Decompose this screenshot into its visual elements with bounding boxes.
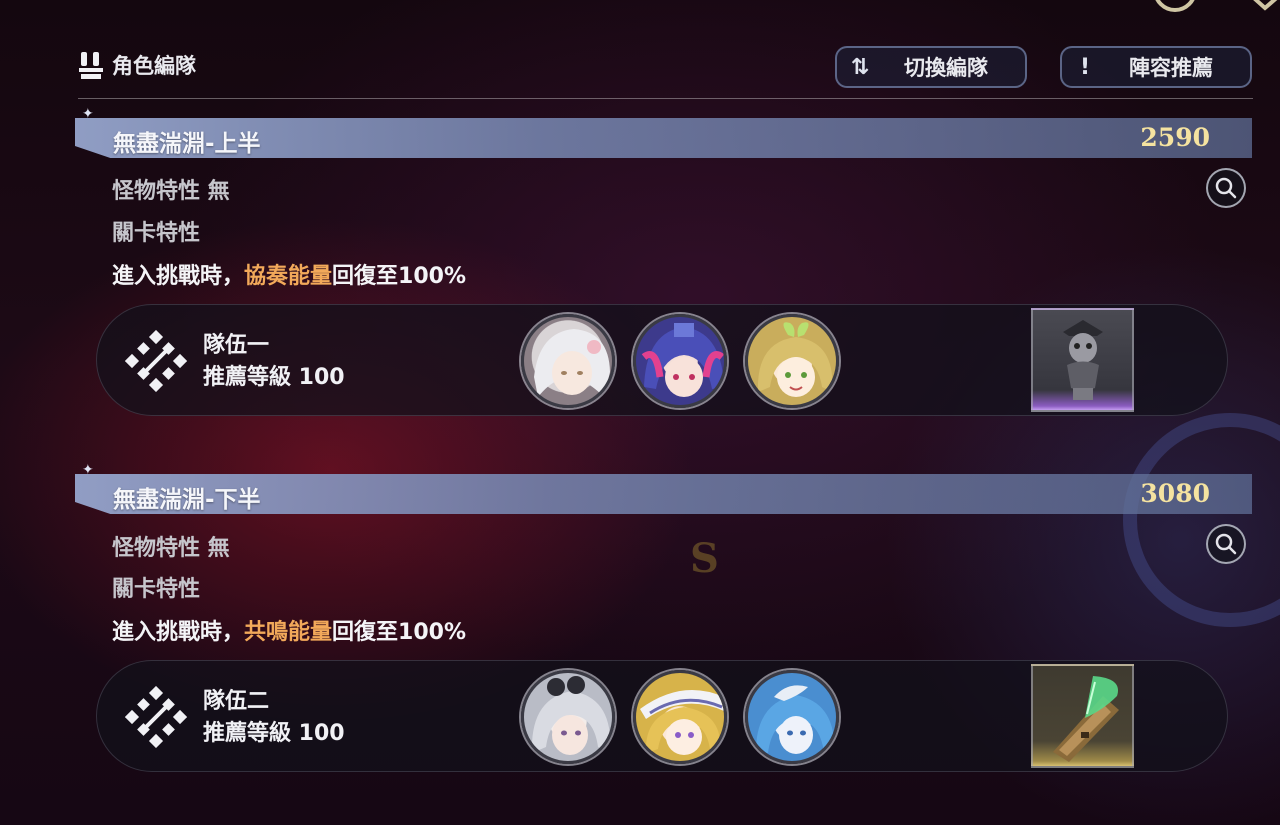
page-title-text: 角色編隊 (112, 54, 196, 78)
page-title: 角色編隊 (78, 50, 196, 80)
effect-highlight: 共鳴能量 (244, 620, 333, 645)
background-s-glyph: S (690, 535, 719, 582)
pirate-skull-bust-icon (1063, 320, 1103, 400)
team-recommended-level: 推薦等級 100 (203, 721, 345, 746)
lineup-recommend-button[interactable]: ! 陣容推薦 (1060, 46, 1252, 88)
switch-team-label: 切換編隊 (904, 56, 988, 80)
team-card-two[interactable]: 隊伍二 推薦等級 100 (96, 660, 1228, 772)
team-name: 隊伍二 (203, 689, 270, 714)
corner-glyph-decoration (1155, 0, 1278, 12)
team-recommended-level: 推薦等級 100 (203, 365, 345, 390)
swap-arrows-icon: ⇅ (850, 54, 870, 80)
team-name: 隊伍一 (203, 333, 270, 358)
team-card-one[interactable]: 隊伍一 推薦等級 100 (96, 304, 1228, 416)
detail-search-button[interactable] (1206, 524, 1246, 564)
character-avatar[interactable] (745, 314, 839, 408)
silver-hair-goggles-character-avatar (531, 676, 611, 755)
character-avatar[interactable] (521, 314, 615, 408)
section-bar-lower: 無盡湍淵-下半 3080 (75, 474, 1252, 514)
section-name: 無盡湍淵-下半 (113, 487, 261, 513)
lineup-recommend-label: 陣容推薦 (1129, 56, 1213, 80)
blonde-leaf-character-avatar (757, 322, 833, 397)
section-score: 3080 (1140, 479, 1210, 508)
monster-trait: 怪物特性 無 (112, 179, 230, 204)
glowing-feather-quill-icon (1053, 676, 1119, 762)
stage-trait: 關卡特性 (112, 221, 201, 246)
team-formation-icon (79, 52, 103, 79)
blue-pink-hair-character-avatar (641, 323, 724, 397)
blue-hair-character-avatar (755, 685, 835, 757)
monster-trait: 怪物特性 無 (112, 536, 230, 561)
character-avatar[interactable] (521, 670, 615, 764)
effect-suffix: 回復至100% (332, 620, 466, 645)
exclamation-icon: ! (1079, 54, 1091, 80)
character-avatar[interactable] (633, 314, 727, 408)
effect-highlight: 協奏能量 (244, 264, 333, 289)
white-hair-character-avatar (534, 329, 610, 397)
blonde-white-hat-character-avatar (640, 690, 724, 755)
character-avatar[interactable] (745, 670, 839, 764)
effect-prefix: 進入挑戰時， (112, 264, 245, 289)
echo-item-slot[interactable] (1031, 664, 1134, 768)
team-emblem-icon (125, 330, 187, 392)
echo-item-slot[interactable] (1031, 308, 1134, 412)
search-icon (1215, 177, 1237, 199)
section-name: 無盡湍淵-上半 (113, 131, 261, 157)
stage-effect: 進入挑戰時，協奏能量回復至100% (112, 258, 466, 290)
team-emblem-icon (125, 686, 187, 748)
section-score: 2590 (1140, 123, 1210, 152)
effect-prefix: 進入挑戰時， (112, 620, 245, 645)
stage-trait: 關卡特性 (112, 577, 201, 602)
background-ring-decoration (1123, 413, 1280, 627)
section-bar-upper: 無盡湍淵-上半 2590 (75, 118, 1252, 158)
detail-search-button[interactable] (1206, 168, 1246, 208)
effect-suffix: 回復至100% (332, 264, 466, 289)
header: 角色編隊 ⇅ 切換編隊 ! 陣容推薦 (78, 40, 1253, 99)
character-avatar[interactable] (633, 670, 727, 764)
stage-effect: 進入挑戰時，共鳴能量回復至100% (112, 614, 466, 646)
search-icon (1215, 533, 1237, 555)
switch-team-button[interactable]: ⇅ 切換編隊 (835, 46, 1027, 88)
